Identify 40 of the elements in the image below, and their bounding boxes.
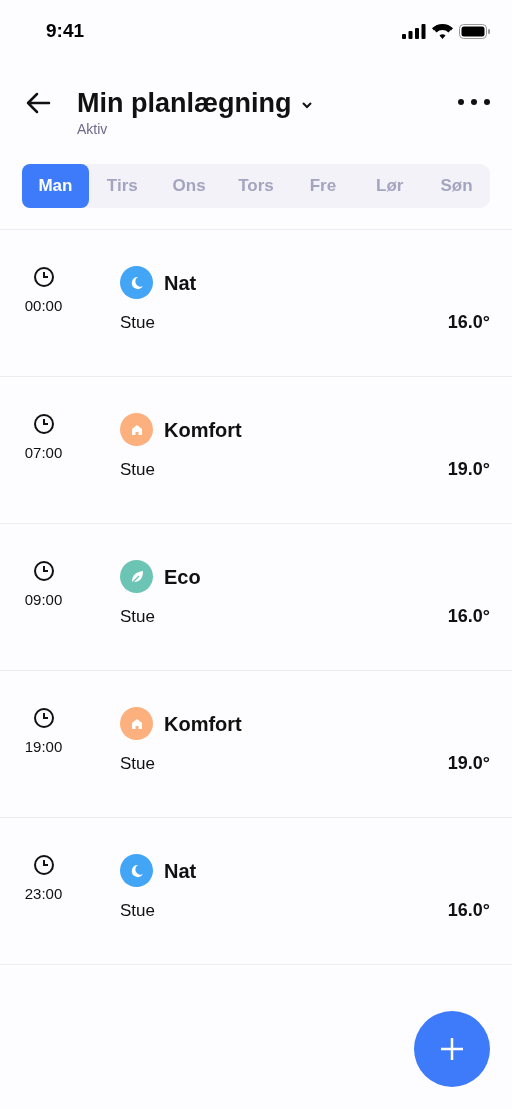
plus-icon [440, 1037, 464, 1061]
mode-name: Komfort [164, 711, 242, 737]
status-time: 9:41 [46, 18, 85, 43]
mode-name: Nat [164, 270, 197, 296]
mode-name: Eco [164, 564, 201, 590]
day-tab[interactable]: Tirs [88, 164, 156, 208]
day-tab[interactable]: Man [22, 164, 89, 208]
entry-time: 19:00 [24, 737, 63, 757]
temperature: 19.0° [447, 752, 490, 775]
room-name: Stue [120, 458, 155, 481]
clock-icon [32, 413, 55, 435]
schedule-status: Aktiv [77, 120, 109, 138]
mode-name: Komfort [164, 417, 242, 443]
temperature: 16.0° [447, 311, 490, 334]
day-tab[interactable]: Ons [155, 164, 223, 208]
room-name: Stue [120, 605, 155, 628]
day-tab[interactable]: Lør [356, 164, 424, 208]
wifi-icon [432, 23, 453, 39]
room-name: Stue [120, 752, 155, 775]
clock-icon [32, 560, 55, 582]
entry-time: 23:00 [24, 884, 63, 904]
temperature: 16.0° [447, 605, 490, 628]
temperature: 19.0° [447, 458, 490, 481]
mode-name: Nat [164, 858, 197, 884]
entry-time: 07:00 [24, 443, 63, 463]
day-tab[interactable]: Tors [222, 164, 290, 208]
room-name: Stue [120, 899, 155, 922]
temperature: 16.0° [447, 899, 490, 922]
clock-icon [32, 266, 55, 288]
entry-time: 00:00 [24, 296, 63, 316]
entry-time: 09:00 [24, 590, 63, 610]
clock-icon [32, 707, 55, 729]
day-tab[interactable]: Søn [423, 164, 490, 208]
room-name: Stue [120, 311, 155, 334]
signal-icon [402, 23, 426, 39]
chevron-down-icon[interactable] [301, 101, 314, 109]
clock-icon [32, 854, 55, 876]
schedule-title: Min planlægning [77, 87, 292, 120]
battery-icon [459, 23, 490, 39]
day-tab[interactable]: Fre [289, 164, 357, 208]
